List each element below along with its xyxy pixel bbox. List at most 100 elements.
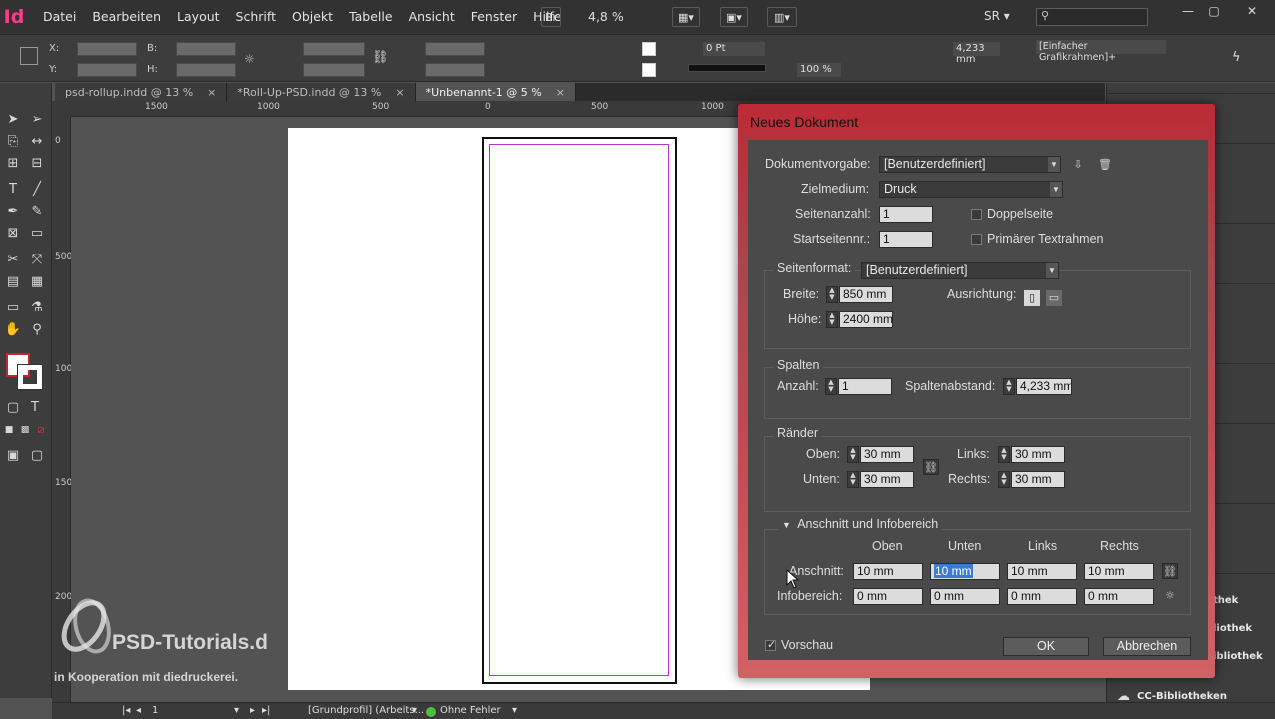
stroke-weight-field[interactable]: 0 Pt (703, 42, 765, 56)
rotate-field[interactable] (425, 42, 485, 56)
margin-left-stepper[interactable]: ▲ ▼ (998, 446, 1010, 463)
columns-input[interactable]: 1 (838, 378, 892, 395)
margin-right-input[interactable]: 30 mm (1011, 471, 1065, 488)
stroke-type-field[interactable] (688, 64, 766, 72)
workspace-switcher[interactable]: SR ▾ (984, 9, 1010, 23)
lightning-icon[interactable]: ϟ (1232, 50, 1246, 65)
menu-schrift[interactable]: Schrift (228, 0, 284, 34)
bleed-right-input[interactable]: 10 mm (1084, 563, 1154, 580)
normal-view-icon[interactable]: ▣ (4, 447, 22, 465)
pen-tool-icon[interactable]: ✒ (4, 203, 22, 221)
delete-preset-icon[interactable]: 🗑 (1097, 157, 1113, 173)
page-number-field[interactable]: 1 (152, 705, 158, 716)
gutter-input[interactable]: 4,233 mm (1016, 378, 1072, 395)
preview-mode-icon[interactable]: ▢ (28, 447, 46, 465)
content-placer-icon[interactable]: ⊟ (28, 155, 46, 173)
pages-input[interactable]: 1 (879, 206, 933, 223)
selection-tool-icon[interactable]: ➤ (4, 111, 22, 129)
tab-unbenannt[interactable]: *Unbenannt-1 @ 5 % × (415, 83, 576, 101)
landscape-orientation-icon[interactable]: ▭ (1046, 290, 1062, 306)
gap-tool-icon[interactable]: ↔ (28, 133, 46, 151)
h-field[interactable] (176, 63, 236, 77)
free-transform-tool-icon[interactable]: ⤧ (28, 251, 46, 269)
gutter-stepper[interactable]: ▲ ▼ (1003, 378, 1015, 395)
ok-button[interactable]: OK (1003, 637, 1089, 656)
formatting-text-icon[interactable]: T (26, 399, 44, 417)
prev-page-icon[interactable]: ◂ (136, 705, 141, 716)
preflight-profile[interactable]: [Grundprofil] (Arbeits... (308, 705, 424, 716)
w-field[interactable] (176, 42, 236, 56)
link-bleed-icon[interactable]: ⛓ (1162, 563, 1178, 579)
rectangle-tool-icon[interactable]: ▭ (28, 225, 46, 243)
object-style-field[interactable]: [Einfacher Grafikrahmen]+ (1036, 40, 1166, 63)
link-margins-icon[interactable]: ⛓ (923, 459, 939, 475)
margin-right-stepper[interactable]: ▲ ▼ (998, 471, 1010, 488)
direct-selection-tool-icon[interactable]: ➢ (28, 111, 46, 129)
fill-swatch-icon[interactable] (642, 42, 656, 56)
margin-bottom-stepper[interactable]: ▲ ▼ (847, 471, 859, 488)
first-page-icon[interactable]: |◂ (122, 705, 130, 716)
next-page-icon[interactable]: ▸ (250, 705, 255, 716)
height-stepper[interactable]: ▲ ▼ (826, 311, 838, 328)
search-input[interactable]: ⚲ (1036, 8, 1148, 26)
shear-field[interactable] (425, 63, 485, 77)
scale-y-field[interactable] (303, 63, 365, 77)
opacity-field[interactable]: 100 % (797, 63, 841, 77)
facing-pages-checkbox[interactable] (971, 209, 982, 220)
menu-layout[interactable]: Layout (169, 0, 228, 34)
tab-psd-rollup[interactable]: psd-rollup.indd @ 13 % × (55, 83, 228, 101)
menu-bearbeiten[interactable]: Bearbeiten (84, 0, 169, 34)
note-tool-icon[interactable]: ▭ (4, 299, 22, 317)
bleed-left-input[interactable]: 10 mm (1007, 563, 1077, 580)
margin-left-input[interactable]: 30 mm (1011, 446, 1065, 463)
margin-top-stepper[interactable]: ▲ ▼ (847, 446, 859, 463)
menu-ansicht[interactable]: Ansicht (401, 0, 463, 34)
stroke-offset-field[interactable]: 4,233 mm (953, 42, 1000, 65)
tab-roll-up-psd[interactable]: *Roll-Up-PSD.indd @ 13 % × (227, 83, 416, 101)
page-dropdown-icon[interactable]: ▾ (234, 705, 239, 716)
pencil-tool-icon[interactable]: ✎ (28, 203, 46, 221)
width-input[interactable]: 850 mm (839, 286, 893, 303)
minimize-button[interactable]: — (1175, 4, 1201, 20)
type-tool-icon[interactable]: T (4, 181, 22, 199)
slug-bottom-input[interactable]: 0 mm (930, 588, 1000, 605)
height-input[interactable]: 2400 mm (839, 311, 893, 328)
view-options-icon[interactable]: ▦▾ (672, 7, 700, 27)
gradient-tool-icon[interactable]: ▤ (4, 273, 22, 291)
columns-stepper[interactable]: ▲ ▼ (825, 378, 837, 395)
bridge-button[interactable]: Br (541, 7, 561, 27)
slug-top-input[interactable]: 0 mm (853, 588, 923, 605)
scissors-tool-icon[interactable]: ✂ (4, 251, 22, 269)
menu-fenster[interactable]: Fenster (463, 0, 525, 34)
panel-tab-library-2[interactable]: liothek (1213, 623, 1252, 634)
reference-point-icon[interactable] (20, 47, 38, 65)
zoom-level[interactable]: 4,8 % (588, 9, 624, 24)
margin-top-input[interactable]: 30 mm (860, 446, 914, 463)
bleed-top-input[interactable]: 10 mm (853, 563, 923, 580)
zoom-tool-icon[interactable]: ⚲ (28, 321, 46, 339)
menu-tabelle[interactable]: Tabelle (341, 0, 401, 34)
link-slug-icon[interactable]: ☼ (1162, 588, 1178, 604)
close-window-button[interactable]: ✕ (1239, 4, 1265, 20)
close-tab-icon[interactable]: × (556, 86, 565, 99)
profile-dropdown-icon[interactable]: ▾ (412, 705, 417, 716)
page-size-dropdown[interactable]: [Benutzerdefiniert] ▼ (861, 262, 1059, 279)
panel-tab-library-1[interactable]: thek (1213, 595, 1238, 606)
y-field[interactable] (77, 63, 137, 77)
formatting-container-icon[interactable]: ▢ (4, 399, 22, 417)
hand-tool-icon[interactable]: ✋ (4, 321, 22, 339)
scale-x-field[interactable] (303, 42, 365, 56)
close-tab-icon[interactable]: × (395, 86, 404, 99)
last-page-icon[interactable]: ▸| (262, 705, 270, 716)
slug-right-input[interactable]: 0 mm (1084, 588, 1154, 605)
preset-dropdown[interactable]: [Benutzerdefiniert] ▼ (879, 156, 1061, 173)
maximize-button[interactable]: ▢ (1201, 4, 1227, 20)
arrange-documents-icon[interactable]: ▥▾ (767, 7, 797, 27)
cancel-button[interactable]: Abbrechen (1103, 637, 1191, 656)
margin-bottom-input[interactable]: 30 mm (860, 471, 914, 488)
gradient-feather-tool-icon[interactable]: ▦ (28, 273, 46, 291)
page-tool-icon[interactable]: ⎘ (4, 133, 22, 151)
x-field[interactable] (77, 42, 137, 56)
intent-dropdown[interactable]: Druck ▼ (879, 181, 1063, 198)
width-stepper[interactable]: ▲ ▼ (826, 286, 838, 303)
